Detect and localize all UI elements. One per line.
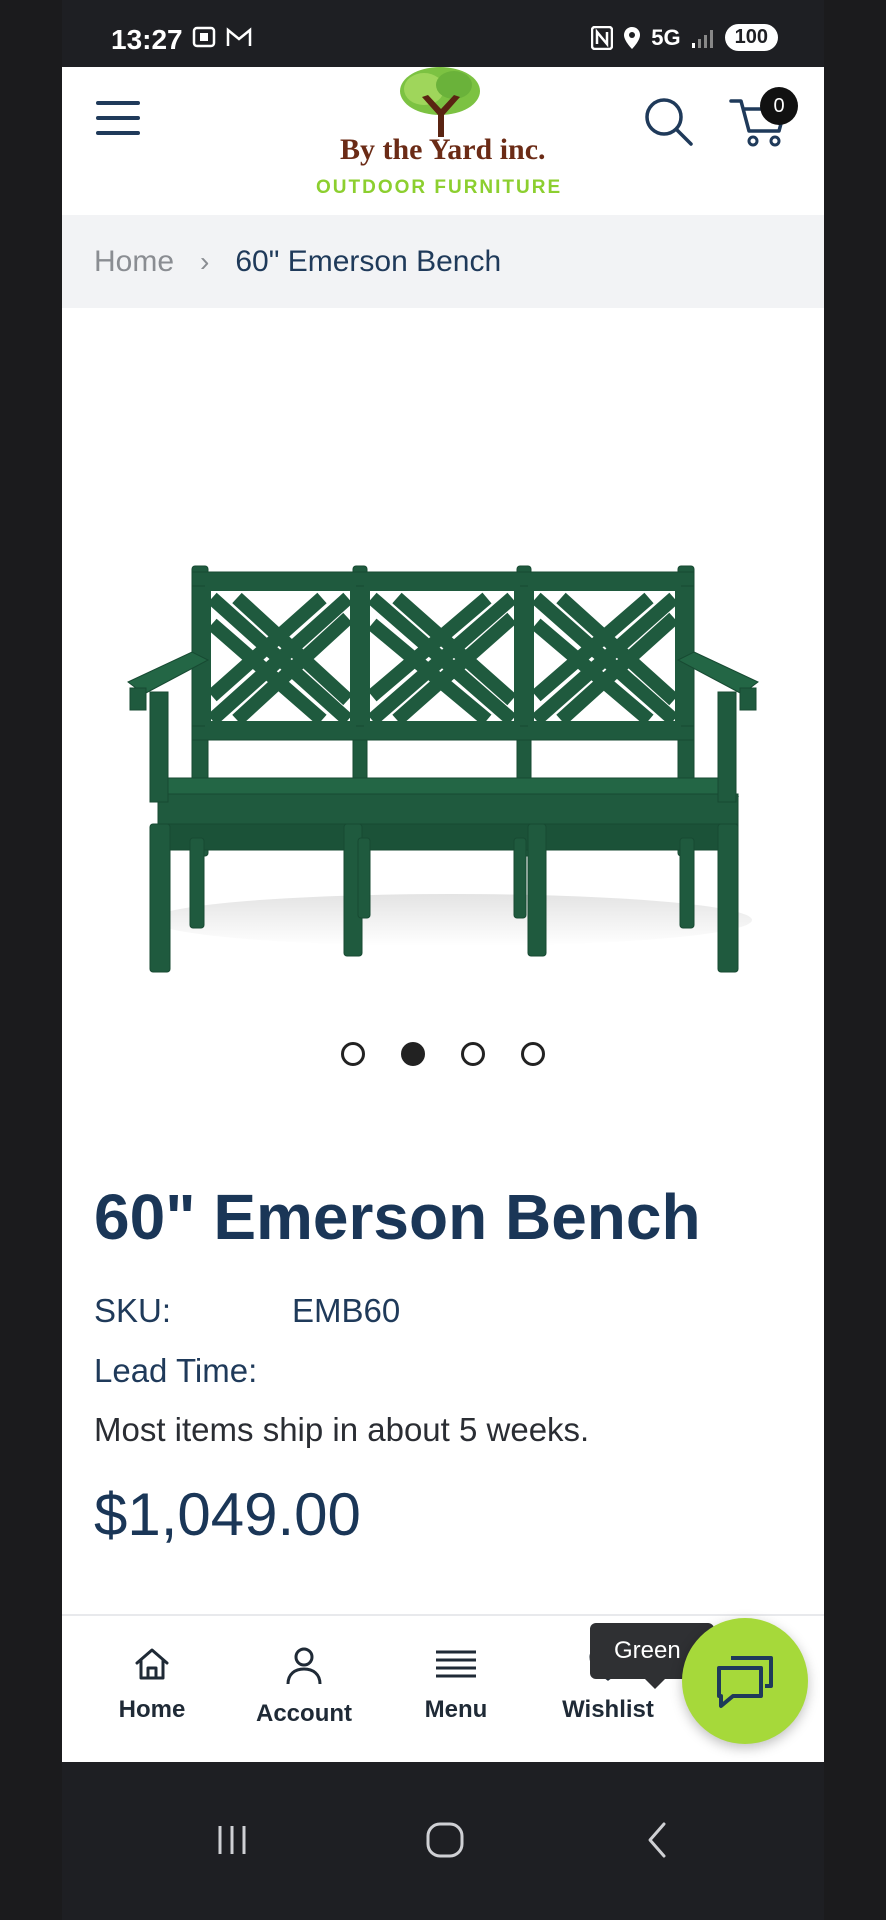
product-price: $1,049.00 [94, 1481, 361, 1548]
brand-logo[interactable]: By the Yard inc. OUTDOOR FURNITURE [310, 67, 580, 207]
battery-indicator: 100 [724, 24, 778, 51]
tree-logo-icon [400, 67, 480, 137]
site-header: By the Yard inc. OUTDOOR FURNITURE 0 [62, 67, 824, 215]
cart-count-badge: 0 [760, 87, 798, 125]
nav-label: Account [256, 1700, 352, 1727]
chat-icon [717, 1656, 773, 1708]
home-nav-icon[interactable] [405, 1810, 485, 1870]
nav-label: Home [118, 1696, 186, 1723]
hamburger-line [96, 131, 140, 135]
nfc-icon [591, 25, 614, 50]
hamburger-line [96, 116, 140, 120]
nav-label: Wishlist [562, 1696, 654, 1723]
hamburger-menu-button[interactable] [96, 101, 140, 141]
menu-icon [436, 1650, 476, 1678]
back-icon[interactable] [618, 1810, 698, 1870]
phone-screen: 13:27 5G 100 By the Yard inc. OUTDOOR FU… [62, 0, 824, 1920]
status-notification-icons [192, 26, 252, 48]
sku-label: SKU: [94, 1292, 172, 1329]
nav-home[interactable]: Home [82, 1646, 222, 1724]
lead-time-label: Lead Time: [94, 1352, 258, 1389]
status-system-icons: 5G 100 [591, 24, 778, 51]
chat-button[interactable] [682, 1618, 808, 1744]
location-icon [624, 26, 641, 49]
gmail-icon [226, 27, 252, 46]
status-bar: 13:27 5G 100 [62, 0, 824, 67]
home-icon [135, 1648, 169, 1680]
search-icon[interactable] [642, 95, 694, 147]
carousel-dot-active[interactable] [401, 1042, 425, 1066]
brand-name: By the Yard inc. [340, 133, 546, 166]
breadcrumb-current: 60" Emerson Bench [235, 244, 502, 278]
product-image[interactable] [62, 308, 824, 1008]
product-title: 60" Emerson Bench [94, 1181, 701, 1253]
screenshot-icon [192, 26, 216, 48]
breadcrumb-home-link[interactable]: Home [94, 245, 174, 279]
tooltip-arrow [645, 1679, 665, 1689]
carousel-dot[interactable] [341, 1042, 365, 1066]
user-icon [286, 1647, 322, 1685]
carousel-dot[interactable] [461, 1042, 485, 1066]
breadcrumb-separator: › [200, 245, 210, 277]
signal-icon [691, 29, 713, 48]
nav-label: Menu [424, 1696, 488, 1723]
network-type: 5G [651, 24, 681, 50]
nav-menu[interactable]: Menu [386, 1646, 526, 1724]
nav-account[interactable]: Account [234, 1646, 374, 1728]
sku-value: EMB60 [292, 1292, 401, 1329]
breadcrumb: Home › 60" Emerson Bench [62, 215, 824, 308]
hamburger-line [96, 101, 140, 105]
carousel-dot[interactable] [521, 1042, 545, 1066]
brand-subtitle: OUTDOOR FURNITURE [316, 177, 563, 198]
android-nav-bar [62, 1762, 824, 1920]
lead-time-text: Most items ship in about 5 weeks. [94, 1411, 590, 1448]
recent-apps-icon[interactable] [192, 1810, 272, 1870]
carousel-dots [62, 1042, 824, 1066]
status-time: 13:27 [111, 24, 183, 55]
